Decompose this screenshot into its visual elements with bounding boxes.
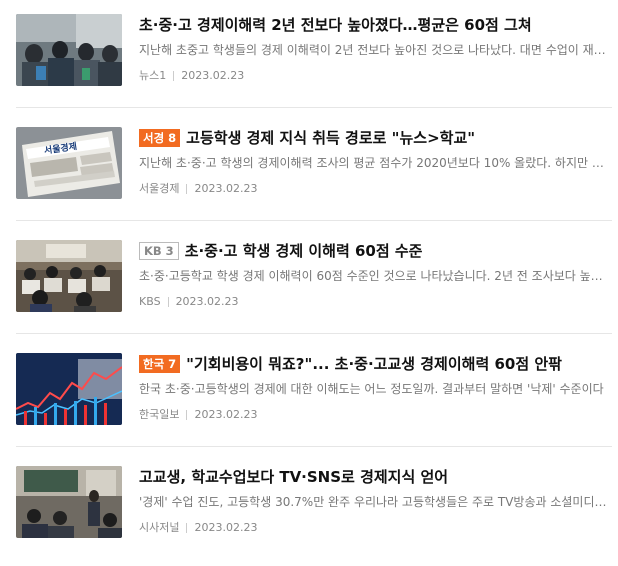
meta-separator — [186, 410, 188, 420]
lecture-photo-icon — [16, 466, 122, 538]
news-meta: KBS 2023.02.23 — [139, 294, 239, 310]
news-item[interactable]: 고교생, 학교수업보다 TV·SNS로 경제지식 얻어 '경제' 수업 진도, … — [0, 466, 618, 566]
meta-separator — [173, 71, 175, 81]
news-date: 2023.02.23 — [194, 182, 258, 195]
meta-separator — [186, 184, 188, 194]
news-title-text[interactable]: 고교생, 학교수업보다 TV·SNS로 경제지식 얻어 — [139, 468, 448, 486]
divider — [16, 107, 612, 108]
news-item[interactable]: 서울경제 서경 8 고등학생 경제 지식 취득 경로로 "뉴스>학교" 지난해 초… — [0, 127, 618, 227]
news-item[interactable]: 한국 7 "기회비용이 뭐죠?"... 초·중·고교생 경제이해력 60점 안팎 … — [0, 353, 618, 453]
thumbnail-lecture[interactable] — [16, 466, 122, 538]
news-title-text[interactable]: "기회비용이 뭐죠?"... 초·중·고교생 경제이해력 60점 안팎 — [186, 355, 562, 373]
rank-badge: KB 3 — [139, 241, 179, 260]
news-date: 2023.02.23 — [175, 295, 239, 308]
rank-badge: 한국 7 — [139, 354, 181, 373]
newspaper-photo-icon: 서울경제 — [16, 127, 122, 199]
news-source: KBS — [139, 295, 161, 308]
news-meta: 서울경제 2023.02.23 — [139, 181, 257, 197]
news-date: 2023.02.23 — [181, 69, 245, 82]
thumbnail-classroom[interactable] — [16, 240, 122, 312]
thumbnail-newspaper[interactable]: 서울경제 — [16, 127, 122, 199]
meta-separator — [167, 297, 169, 307]
news-item[interactable]: 초·중·고 경제이해력 2년 전보다 높아졌다…평균은 60점 그쳐 지난해 초… — [0, 14, 618, 114]
news-meta: 한국일보 2023.02.23 — [139, 407, 257, 423]
news-title-text[interactable]: 초·중·고 경제이해력 2년 전보다 높아졌다…평균은 60점 그쳐 — [139, 16, 532, 34]
stock-chart-photo-icon — [16, 353, 122, 425]
news-date: 2023.02.23 — [194, 521, 258, 534]
news-meta: 뉴스1 2023.02.23 — [139, 68, 244, 84]
news-title[interactable]: KB 3 초·중·고 학생 경제 이해력 60점 수준 — [139, 240, 609, 262]
news-source: 뉴스1 — [139, 69, 167, 82]
news-date: 2023.02.23 — [194, 408, 258, 421]
news-source: 서울경제 — [139, 182, 180, 195]
students-photo-icon — [16, 14, 122, 86]
rank-badge: 서경 8 — [139, 128, 181, 147]
news-source: 시사저널 — [139, 521, 180, 534]
news-item[interactable]: KB 3 초·중·고 학생 경제 이해력 60점 수준 초·중·고등학교 학생 경… — [0, 240, 618, 340]
news-title[interactable]: 고교생, 학교수업보다 TV·SNS로 경제지식 얻어 — [139, 466, 609, 488]
news-summary: 지난해 초중고 학생들의 경제 이해력이 2년 전보다 높아진 것으로 나타났다… — [139, 43, 609, 57]
classroom-photo-icon — [16, 240, 122, 312]
news-title[interactable]: 초·중·고 경제이해력 2년 전보다 높아졌다…평균은 60점 그쳐 — [139, 14, 609, 36]
thumbnail-stock-chart[interactable] — [16, 353, 122, 425]
news-title-text[interactable]: 고등학생 경제 지식 취득 경로로 "뉴스>학교" — [186, 129, 475, 147]
divider — [16, 333, 612, 334]
news-summary: 초·중·고등학교 학생 경제 이해력이 60점 수준인 것으로 나타났습니다. … — [139, 269, 609, 283]
news-title-text[interactable]: 초·중·고 학생 경제 이해력 60점 수준 — [185, 242, 423, 260]
news-summary: '경제' 수업 진도, 고등학생 30.7%만 완주 우리나라 고등학생들은 주… — [139, 495, 609, 509]
divider — [16, 446, 612, 447]
news-meta: 시사저널 2023.02.23 — [139, 520, 257, 536]
news-title[interactable]: 서경 8 고등학생 경제 지식 취득 경로로 "뉴스>학교" — [139, 127, 609, 149]
news-summary: 지난해 초·중·고 학생의 경제이해력 조사의 평균 점수가 2020년보다 1… — [139, 156, 609, 170]
thumbnail-students[interactable] — [16, 14, 122, 86]
news-source: 한국일보 — [139, 408, 180, 421]
news-title[interactable]: 한국 7 "기회비용이 뭐죠?"... 초·중·고교생 경제이해력 60점 안팎 — [139, 353, 609, 375]
divider — [16, 220, 612, 221]
news-summary: 한국 초·중·고등학생의 경제에 대한 이해도는 어느 정도일까. 결과부터 말… — [139, 382, 604, 396]
meta-separator — [186, 523, 188, 533]
